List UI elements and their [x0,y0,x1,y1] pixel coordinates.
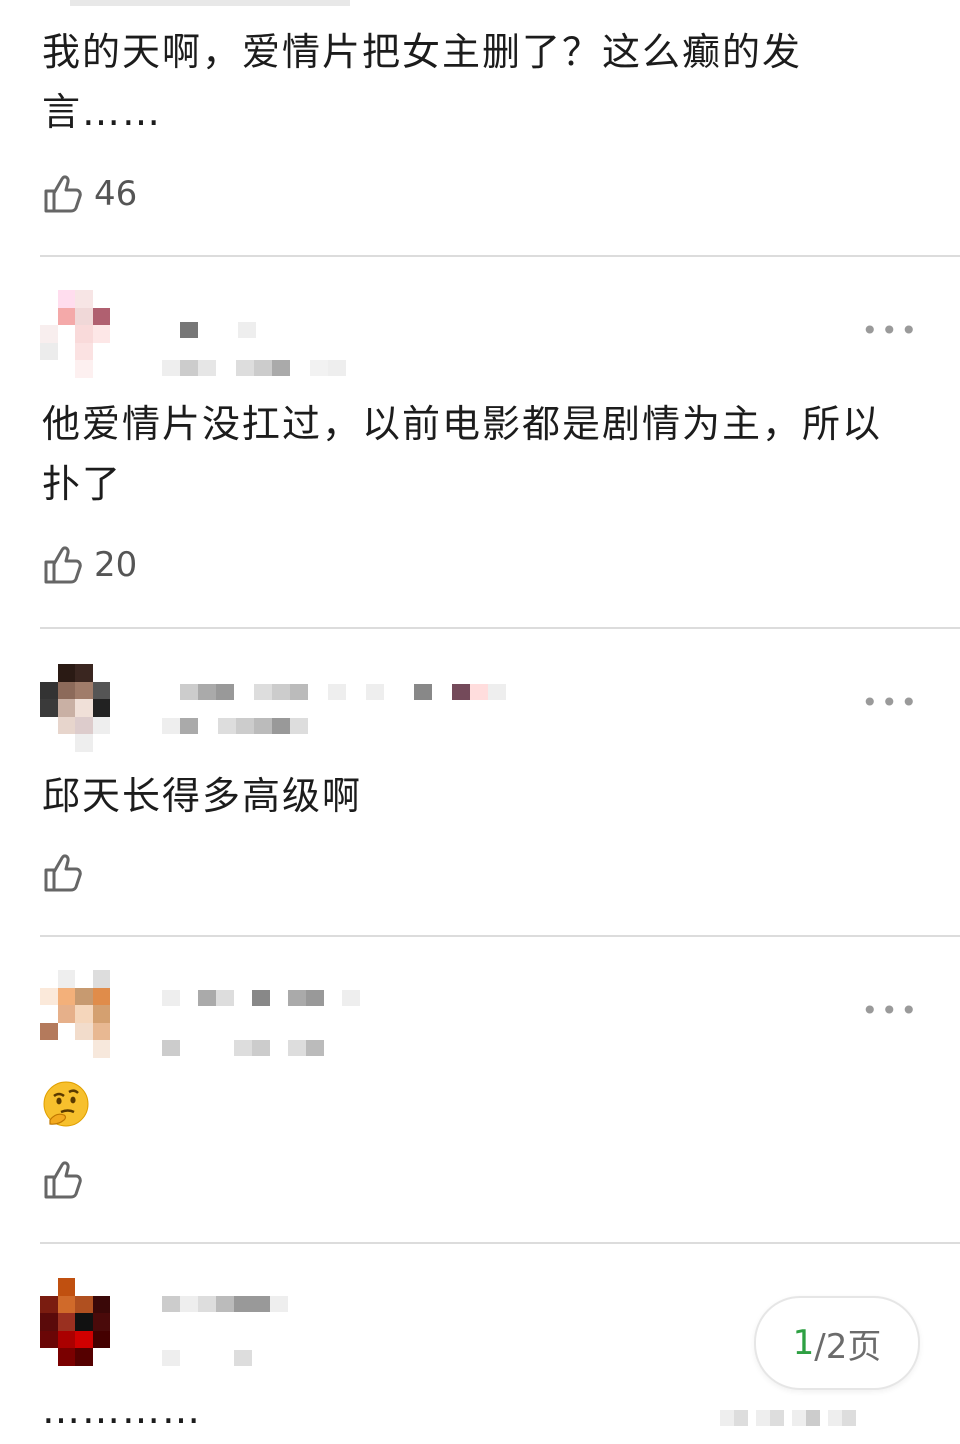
avatar[interactable] [40,970,128,1058]
page-total: /2页 [814,1326,882,1367]
avatar[interactable] [40,664,128,752]
username[interactable] [180,322,256,338]
avatar[interactable] [40,1278,128,1366]
comment-text: 我的天啊，爱情片把女主删了？这么癫的发言…… [42,30,803,134]
watermark [720,1410,856,1426]
like-button[interactable] [42,851,94,895]
divider [40,1242,960,1244]
timestamp [162,1350,252,1366]
comment-text: 邱天长得多高级啊 [42,774,363,818]
comment-text: 他爱情片没扛过，以前电影都是剧情为主，所以扑了 [42,402,883,506]
username[interactable] [162,990,360,1006]
like-count: 46 [94,174,138,214]
thinking-face-emoji [42,1080,90,1128]
username[interactable] [180,684,506,700]
thumbs-up-icon [44,175,82,213]
more-dots-icon[interactable]: ••• [861,314,920,347]
divider [40,255,960,257]
like-count: 20 [94,545,138,585]
timestamp [162,360,346,376]
like-button[interactable]: 46 [42,172,137,216]
page-indicator[interactable]: 1/2页 [754,1296,920,1390]
like-button[interactable] [42,1158,94,1202]
more-dots-icon[interactable]: ••• [861,686,920,719]
comment-1: 我的天啊，爱情片把女主删了？这么癫的发言…… 46 [0,0,960,256]
avatar[interactable] [40,290,128,378]
like-button[interactable]: 20 [42,543,137,587]
divider [40,935,960,937]
timestamp [162,718,308,734]
cut-header [70,0,350,6]
divider [40,627,960,629]
timestamp [162,1040,324,1056]
current-page: 1 [792,1323,815,1363]
username[interactable] [162,1296,288,1312]
more-dots-icon[interactable]: ••• [861,994,920,1027]
thumbs-up-icon [44,1161,82,1199]
thumbs-up-icon [44,546,82,584]
thumbs-up-icon [44,854,82,892]
